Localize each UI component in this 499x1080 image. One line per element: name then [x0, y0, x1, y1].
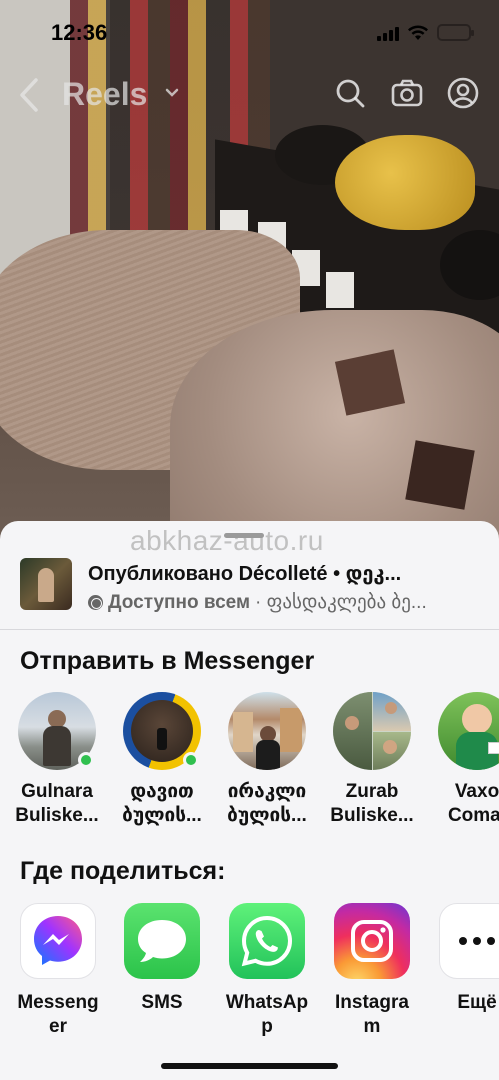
online-indicator: [183, 752, 199, 768]
whatsapp-icon: [229, 903, 305, 979]
bg-shoe: [335, 135, 475, 230]
contact-item[interactable]: Zurab Buliske...: [317, 692, 427, 828]
online-indicator: [78, 752, 94, 768]
messenger-icon: [20, 903, 96, 979]
sms-icon: [124, 903, 200, 979]
contact-item[interactable]: დავით ბულის...: [107, 692, 217, 828]
messenger-section-title: Отправить в Messenger: [20, 647, 315, 675]
contact-item[interactable]: Vaxo Comai: [422, 692, 499, 828]
reels-header: Reels: [0, 70, 499, 120]
wifi-icon: [408, 25, 428, 40]
shared-post-preview: Опубликовано Décolleté • დეკ... Доступно…: [0, 555, 499, 630]
contact-list[interactable]: Gulnara Buliske... დავით ბულის... ირაკლი…: [0, 692, 499, 832]
post-audience[interactable]: Доступно всем: [108, 592, 250, 614]
share-app-list[interactable]: Messeng er SMS WhatsAp p Instagra m Ещё: [0, 903, 499, 1053]
app-label: Ещё: [457, 992, 497, 1013]
profile-icon[interactable]: [446, 76, 480, 110]
post-subtitle-rest: · ფასდაკლება ბე...: [255, 592, 427, 613]
bg-tag: [405, 440, 475, 510]
share-app-messenger[interactable]: Messeng er: [8, 903, 108, 1039]
post-title: Опубликовано Décolleté • დეკ...: [88, 563, 402, 585]
share-section-title: Где поделиться:: [20, 857, 226, 885]
status-icons: [377, 24, 474, 41]
page-title[interactable]: Reels: [62, 76, 147, 113]
share-app-instagram[interactable]: Instagra m: [322, 903, 422, 1039]
globe-icon: [88, 595, 103, 610]
battery-icon: [437, 24, 474, 41]
avatar: [123, 692, 201, 770]
app-label: SMS: [141, 992, 183, 1013]
contact-name: Vaxo Comai: [447, 781, 499, 826]
watermark: abkhaz-auto.ru: [130, 525, 324, 556]
share-app-sms[interactable]: SMS: [112, 903, 212, 1015]
share-app-whatsapp[interactable]: WhatsAp p: [217, 903, 317, 1039]
contact-item[interactable]: ირაკლი ბულის...: [212, 692, 322, 828]
contact-item[interactable]: Gulnara Buliske...: [2, 692, 112, 828]
avatar: [333, 692, 411, 770]
sheet-grabber[interactable]: [224, 533, 264, 538]
contact-name: ირაკლი ბულის...: [227, 781, 307, 826]
home-indicator[interactable]: [161, 1063, 338, 1069]
share-app-more[interactable]: Ещё: [427, 903, 499, 1015]
contact-name: Gulnara Buliske...: [15, 781, 99, 826]
more-icon: [439, 903, 499, 979]
avatar: [438, 692, 499, 770]
avatar: [18, 692, 96, 770]
bg-label: [326, 272, 354, 308]
instagram-icon: [334, 903, 410, 979]
contact-name: Zurab Buliske...: [330, 781, 414, 826]
app-label: Instagra m: [335, 992, 409, 1037]
app-label: Messeng er: [17, 992, 99, 1037]
contact-name: დავით ბულის...: [122, 781, 202, 826]
camera-icon[interactable]: [390, 76, 424, 110]
avatar: [228, 692, 306, 770]
share-sheet: abkhaz-auto.ru Опубликовано Décolleté • …: [0, 521, 499, 1080]
back-arrow-icon[interactable]: [14, 76, 44, 114]
app-label: WhatsAp p: [225, 992, 309, 1037]
cellular-signal-icon: [377, 25, 399, 41]
chevron-down-icon[interactable]: [164, 83, 180, 103]
status-bar: 12:36: [0, 0, 499, 62]
post-thumbnail: [20, 558, 72, 610]
post-subtitle[interactable]: Доступно всем · ფასდაკლება ბე...: [88, 591, 488, 614]
status-time: 12:36: [51, 20, 108, 45]
search-icon[interactable]: [333, 76, 367, 110]
